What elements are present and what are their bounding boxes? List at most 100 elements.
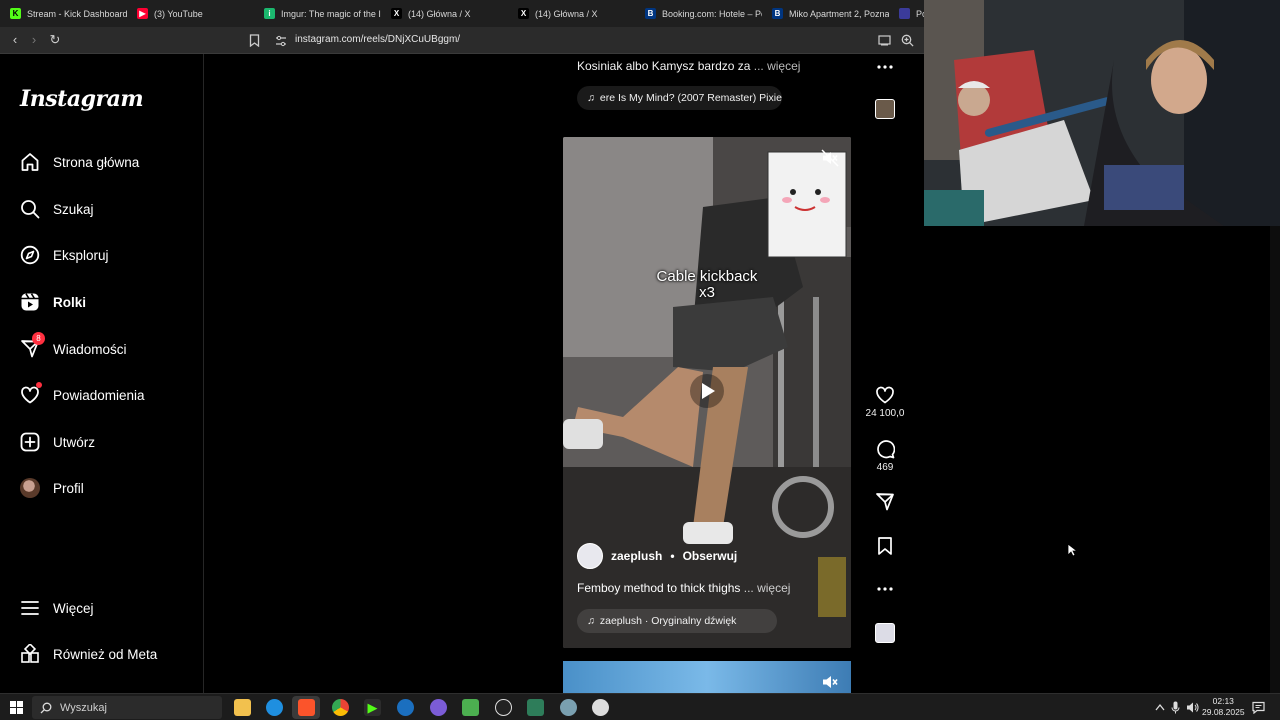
previous-audio-thumbnail[interactable]	[860, 99, 910, 119]
video-overlay-text: Cable kickback x3	[656, 268, 758, 301]
mute-icon[interactable]	[821, 149, 839, 167]
sidebar-item-notifications[interactable]: Powiadomienia	[20, 380, 145, 410]
more-options-icon	[877, 65, 893, 69]
browser-tab[interactable]: X (14) Główna / X	[508, 0, 635, 27]
sidebar-item-more[interactable]: Więcej	[20, 593, 94, 623]
play-icon[interactable]	[690, 374, 724, 408]
audio-thumbnail	[875, 623, 895, 643]
sidebar-item-messages[interactable]: 8 Wiadomości	[20, 332, 127, 364]
edge-icon[interactable]	[266, 699, 283, 716]
sidebar-item-create[interactable]: Utwórz	[20, 427, 95, 457]
home-icon	[21, 153, 39, 171]
volume-icon[interactable]	[1186, 701, 1199, 714]
browser-tab[interactable]: Poz	[889, 0, 924, 27]
audio-thumbnail-button[interactable]	[860, 623, 910, 643]
sidebar-item-profile[interactable]: Profil	[20, 473, 84, 503]
bookmark-icon[interactable]	[249, 34, 260, 47]
app-icon[interactable]	[462, 699, 479, 716]
audio-thumbnail	[875, 99, 895, 119]
comment-button[interactable]: 469	[860, 439, 910, 473]
browser-tab[interactable]: ▶ (3) YouTube	[127, 0, 254, 27]
more-link[interactable]: ... więcej	[754, 59, 801, 73]
reload-icon[interactable]: ↻	[48, 33, 62, 47]
app-icon[interactable]	[527, 699, 544, 716]
microphone-icon[interactable]	[1171, 701, 1180, 714]
ccleaner-icon[interactable]	[397, 699, 414, 716]
obs-icon[interactable]	[430, 699, 447, 716]
sidebar-item-home[interactable]: Strona główna	[20, 147, 139, 177]
avatar[interactable]	[577, 543, 603, 569]
sidebar-item-explore[interactable]: Eksploruj	[20, 240, 109, 270]
previous-reel-caption: Kosiniak albo Kamysz bardzo za ... więce…	[577, 59, 801, 73]
notifications-icon[interactable]	[1252, 701, 1265, 714]
reel-options[interactable]	[860, 579, 910, 599]
share-icon	[876, 493, 894, 511]
music-note-icon: ♫	[587, 92, 595, 104]
browser-tab[interactable]: X (14) Główna / X	[381, 0, 508, 27]
search-icon	[40, 702, 52, 713]
chevron-up-icon[interactable]	[1155, 703, 1165, 711]
taskbar-search[interactable]: Wyszukaj	[32, 696, 222, 719]
heart-icon	[21, 386, 39, 404]
forward-icon[interactable]: ›	[27, 33, 41, 47]
previous-reel-music[interactable]: ♫ ere Is My Mind? (2007 Remaster) Pixie	[577, 86, 782, 110]
desktop-background	[924, 226, 1280, 693]
brave-icon[interactable]	[298, 699, 315, 716]
kick-app-icon[interactable]: ▶	[364, 699, 381, 716]
more-link[interactable]: ... więcej	[744, 581, 791, 595]
bookmark-icon	[878, 537, 892, 555]
reel-actions: 24 100,0 469	[860, 54, 910, 693]
browser-tab[interactable]: B Miko Apartment 2, Poznań	[762, 0, 889, 27]
mouse-cursor-icon	[1067, 543, 1077, 557]
sidebar-item-label: Więcej	[53, 600, 94, 616]
heart-icon	[876, 386, 894, 404]
zoom-icon[interactable]	[901, 34, 914, 47]
follow-button[interactable]: Obserwuj	[683, 549, 738, 563]
chrome-icon[interactable]	[332, 699, 349, 716]
reel-video[interactable]: Cable kickback x3 zaeplush • Obserwuj Fe…	[563, 137, 851, 648]
search-icon	[21, 200, 40, 219]
cast-icon[interactable]	[878, 35, 891, 46]
like-button[interactable]: 24 100,0	[860, 385, 910, 419]
menu-icon	[21, 601, 39, 615]
x-icon: X	[518, 8, 529, 19]
reels-icon	[21, 293, 39, 311]
mute-icon[interactable]	[821, 673, 839, 691]
url-field[interactable]: instagram.com/reels/DNjXCuUBggm/	[295, 34, 460, 45]
file-explorer-icon[interactable]	[234, 699, 251, 716]
sidebar-item-label: Profil	[53, 480, 84, 496]
taskbar-clock[interactable]: 02:13 29.08.2025	[1202, 696, 1245, 718]
meta-apps-icon	[21, 644, 39, 663]
sidebar-item-meta[interactable]: Również od Meta	[20, 639, 157, 669]
site-info-icon[interactable]	[275, 35, 287, 47]
comment-count: 469	[876, 462, 894, 473]
separator-dot: •	[670, 549, 675, 563]
comment-icon	[877, 440, 895, 459]
browser-tab[interactable]: BBooking.com: Hotele – Poznań	[635, 0, 762, 27]
app-icon[interactable]	[495, 699, 512, 716]
reels-feed: Kosiniak albo Kamysz bardzo za ... więce…	[205, 54, 924, 693]
reel-music[interactable]: ♫ zaeplush · Oryginalny dźwięk	[577, 609, 777, 633]
windows-start-icon[interactable]	[10, 701, 23, 714]
app-icon[interactable]	[592, 699, 609, 716]
music-note-icon: ♫	[587, 615, 595, 627]
scrollbar[interactable]	[1270, 226, 1280, 693]
booking-icon: B	[772, 8, 783, 19]
next-reel-video[interactable]	[563, 661, 851, 693]
like-count: 24 100,0	[865, 408, 905, 419]
author-username[interactable]: zaeplush	[611, 549, 662, 563]
sidebar-item-label: Również od Meta	[53, 646, 158, 662]
previous-reel-options[interactable]	[860, 57, 910, 77]
browser-tab[interactable]: iImgur: The magic of the Internet	[254, 0, 381, 27]
instagram-logo[interactable]: Instagram	[20, 86, 144, 112]
back-icon[interactable]: ‹	[8, 33, 22, 47]
share-button[interactable]	[860, 492, 910, 512]
save-button[interactable]	[860, 536, 910, 556]
sidebar-item-reels[interactable]: Rolki	[20, 287, 86, 317]
reel-author-row: zaeplush • Obserwuj	[577, 543, 737, 569]
browser-tab[interactable]: K Stream - Kick Dashboard	[0, 0, 127, 27]
reel-caption: Femboy method to thick thighs ... więcej	[577, 581, 791, 595]
more-options-icon	[877, 587, 893, 591]
sidebar-item-search[interactable]: Szukaj	[20, 194, 94, 224]
app-icon[interactable]	[560, 699, 577, 716]
